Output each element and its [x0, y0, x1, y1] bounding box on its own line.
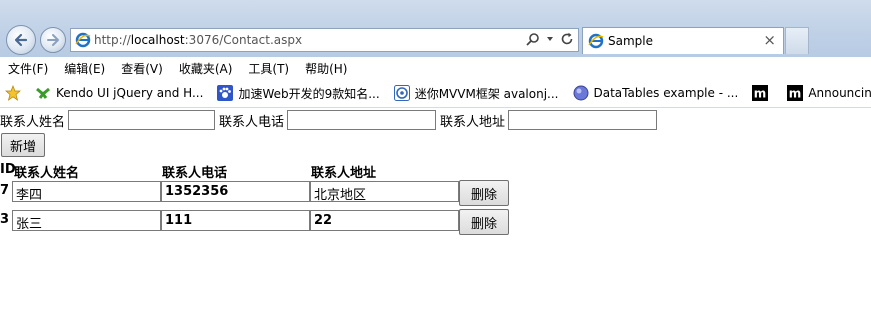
blog-icon [393, 85, 410, 101]
back-button[interactable] [6, 25, 36, 55]
tab-close-icon[interactable]: × [763, 31, 776, 49]
favorite-label: 迷你MVVM框架 avalonj... [414, 86, 559, 101]
new-tab-button[interactable] [785, 27, 809, 54]
refresh-icon[interactable] [560, 32, 574, 46]
m-icon: m [787, 85, 804, 101]
browser-titlebar: http://localhost:3076/Contact.aspx Sampl… [0, 0, 871, 57]
menu-edit[interactable]: 编辑(E) [56, 60, 113, 77]
paw-icon [217, 85, 234, 101]
row-address-field[interactable]: 22 [310, 210, 459, 231]
favorite-item-m[interactable]: m [752, 85, 773, 101]
row-name-field[interactable]: 李四 [12, 181, 161, 202]
favorite-label: 加速Web开发的9款知名... [238, 86, 380, 101]
header-address: 联系人地址 [311, 166, 377, 181]
favorites-star-icon[interactable] [5, 85, 21, 101]
menu-file[interactable]: 文件(F) [0, 60, 56, 77]
favorite-label: Announcing Offi [808, 86, 871, 100]
menu-help[interactable]: 帮助(H) [297, 60, 355, 77]
row-phone-field[interactable]: 111 [161, 210, 310, 231]
favorite-label: DataTables example - ... [593, 86, 739, 100]
globe-icon [573, 85, 588, 101]
star-icon [5, 85, 21, 101]
contact-form: 联系人姓名 联系人电话 联系人地址 [0, 110, 661, 130]
add-button[interactable]: 新增 [1, 133, 46, 157]
header-phone: 联系人电话 [162, 166, 228, 181]
search-icon[interactable] [526, 32, 540, 46]
name-input[interactable] [68, 110, 216, 130]
header-name: 联系人姓名 [14, 166, 80, 181]
menu-bar: 文件(F) 编辑(E) 查看(V) 收藏夹(A) 工具(T) 帮助(H) [0, 57, 871, 79]
row-phone-field[interactable]: 1352356 [161, 181, 310, 202]
menu-tools[interactable]: 工具(T) [240, 60, 297, 77]
tab-ie-icon [588, 33, 604, 49]
forward-arrow-icon [47, 34, 59, 46]
address-label: 联系人地址 [440, 114, 506, 130]
favorite-item-web[interactable]: 加速Web开发的9款知名... [217, 85, 380, 102]
favorite-label: Kendo UI jQuery and H... [56, 86, 204, 100]
kendo-icon [36, 87, 50, 99]
back-arrow-icon [14, 33, 28, 47]
forward-button[interactable] [40, 27, 66, 53]
page-content: 联系人姓名 联系人电话 联系人地址 新增 ID 联系人姓名 联系人电话 联系人地… [0, 108, 871, 317]
favorite-item-avalon[interactable]: 迷你MVVM框架 avalonj... [393, 85, 559, 102]
row-name-field[interactable]: 张三 [12, 210, 161, 231]
favorite-item-announcing[interactable]: m Announcing Offi [787, 85, 871, 101]
url-scheme: http:// [94, 33, 131, 47]
row-address-field[interactable]: 北京地区 [310, 181, 459, 202]
delete-button[interactable]: 删除 [459, 180, 509, 206]
m-icon: m [752, 85, 769, 101]
address-tools [526, 32, 574, 46]
svg-text:m: m [789, 87, 802, 101]
menu-view[interactable]: 查看(V) [113, 60, 171, 77]
favorites-bar: Kendo UI jQuery and H... 加速Web开发的9款知名...… [0, 81, 871, 105]
favorite-item-datatables[interactable]: DataTables example - ... [573, 85, 739, 101]
row-id: 3 [0, 212, 10, 227]
tab-title: Sample [608, 34, 653, 48]
address-bar[interactable]: http://localhost:3076/Contact.aspx [70, 28, 579, 52]
row-id: 7 [0, 183, 10, 198]
delete-button[interactable]: 删除 [459, 209, 509, 235]
menu-favorites[interactable]: 收藏夹(A) [171, 60, 241, 77]
url-text: http://localhost:3076/Contact.aspx [94, 33, 302, 47]
browser-tab-sample[interactable]: Sample × [582, 27, 784, 54]
dropdown-arrow-icon[interactable] [546, 35, 554, 43]
ie-icon [75, 32, 91, 48]
phone-input[interactable] [287, 110, 437, 130]
name-label: 联系人姓名 [0, 114, 66, 130]
svg-text:m: m [754, 87, 767, 101]
url-host: localhost [130, 33, 185, 47]
phone-label: 联系人电话 [219, 114, 285, 130]
address-input[interactable] [508, 110, 658, 130]
favorite-item-kendo[interactable]: Kendo UI jQuery and H... [35, 85, 203, 101]
url-path: :3076/Contact.aspx [184, 33, 303, 47]
